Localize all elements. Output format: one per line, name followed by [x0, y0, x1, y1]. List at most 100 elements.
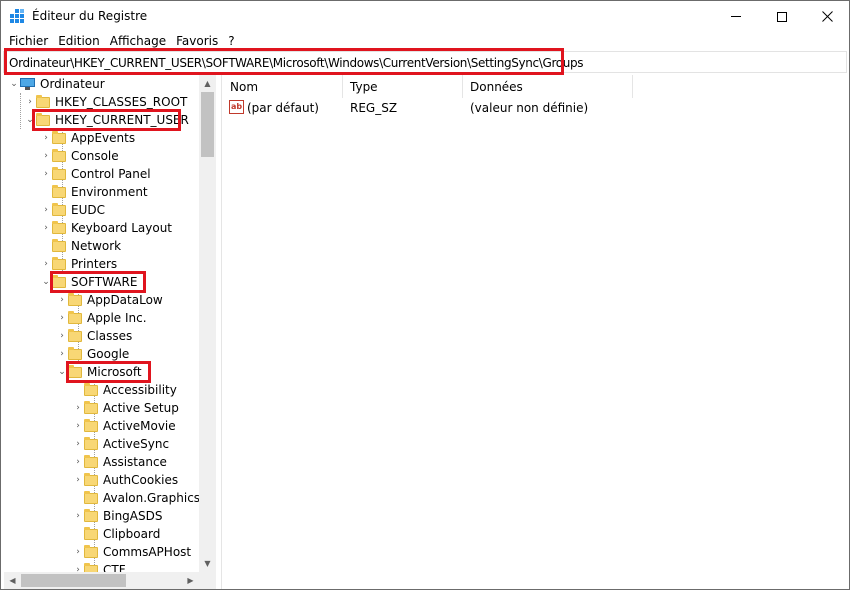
tree-item-label: Network	[71, 239, 122, 253]
window-title: Éditeur du Registre	[32, 9, 148, 23]
tree-item-label: Ordinateur	[40, 77, 105, 91]
tree-item-label: EUDC	[71, 203, 105, 217]
folder-icon	[84, 490, 98, 504]
tree-item-label: Keyboard Layout	[71, 221, 173, 235]
value-type: REG_SZ	[350, 101, 398, 115]
chevron-right-icon[interactable]: ›	[40, 165, 52, 183]
tree-item-label: Environment	[71, 185, 148, 199]
tree-no-chevron	[40, 183, 52, 201]
tree-item-label: HKEY_CLASSES_ROOT	[55, 95, 188, 109]
tree-item-label: Classes	[87, 329, 133, 343]
tree-item-environment[interactable]: Environment	[40, 183, 148, 201]
folder-icon	[84, 454, 98, 468]
chevron-right-icon[interactable]: ›	[40, 219, 52, 237]
tree-vertical-scrollbar[interactable]: ▲ ▼	[199, 75, 216, 572]
folder-icon	[84, 472, 98, 486]
chevron-down-icon[interactable]: ⌄	[8, 75, 20, 93]
tree-item-classes[interactable]: › Classes	[56, 327, 132, 345]
tree-item-label: Apple Inc.	[87, 311, 147, 325]
maximize-button[interactable]	[759, 1, 805, 32]
folder-icon	[36, 94, 50, 108]
scroll-down-arrow-icon[interactable]: ▼	[199, 555, 216, 572]
column-separator[interactable]	[632, 75, 633, 98]
tree-item-commsaphost[interactable]: › CommsAPHost	[72, 543, 191, 561]
scrollbar-corner	[199, 572, 216, 589]
tree-item-apple-inc[interactable]: › Apple Inc.	[56, 309, 147, 327]
tree-item-network[interactable]: Network	[40, 237, 121, 255]
tree-item-authcookies[interactable]: › AuthCookies	[72, 471, 178, 489]
chevron-right-icon[interactable]: ›	[72, 453, 84, 471]
tree-item-label: Avalon.Graphics	[103, 491, 201, 505]
chevron-right-icon[interactable]: ›	[56, 309, 68, 327]
tree-item-assistance[interactable]: › Assistance	[72, 453, 167, 471]
folder-icon	[84, 436, 98, 450]
folder-icon	[52, 202, 66, 216]
list-row[interactable]: ab (par défaut) REG_SZ (valeur non défin…	[222, 99, 848, 117]
tree-no-chevron	[72, 381, 84, 399]
chevron-right-icon[interactable]: ›	[40, 147, 52, 165]
chevron-right-icon[interactable]: ›	[72, 435, 84, 453]
tree-item-eudc[interactable]: › EUDC	[40, 201, 105, 219]
tree-item-label: AppDataLow	[87, 293, 163, 307]
scroll-up-arrow-icon[interactable]: ▲	[199, 75, 216, 92]
chevron-right-icon[interactable]: ›	[72, 417, 84, 435]
folder-icon	[84, 418, 98, 432]
folder-icon	[52, 220, 66, 234]
tree-horizontal-scrollbar[interactable]: ◀ ▶	[4, 572, 199, 589]
chevron-right-icon[interactable]: ›	[40, 129, 52, 147]
chevron-right-icon[interactable]: ›	[72, 399, 84, 417]
tree-pane[interactable]: ⌄ Ordinateur › HKEY_CLASSES_ROOT ⌄ HKEY_…	[4, 75, 216, 589]
tree-item-active-setup[interactable]: › Active Setup	[72, 399, 179, 417]
value-name: (par défaut)	[247, 101, 319, 115]
chevron-right-icon[interactable]: ›	[72, 471, 84, 489]
folder-icon	[68, 310, 82, 324]
minimize-button[interactable]	[713, 1, 759, 32]
tree-item-label: Assistance	[103, 455, 167, 469]
computer-icon	[20, 78, 35, 90]
tree-item-activemovie[interactable]: › ActiveMovie	[72, 417, 176, 435]
column-header-type[interactable]: Type	[350, 80, 378, 94]
value-data: (valeur non définie)	[470, 101, 589, 115]
close-button[interactable]	[804, 1, 850, 32]
folder-icon	[52, 256, 66, 270]
column-separator[interactable]	[462, 75, 463, 98]
column-header-name[interactable]: Nom	[230, 80, 258, 94]
tree-item-clipboard[interactable]: Clipboard	[72, 525, 160, 543]
tree-item-activesync[interactable]: › ActiveSync	[72, 435, 169, 453]
chevron-right-icon[interactable]: ›	[56, 327, 68, 345]
scroll-thumb[interactable]	[201, 92, 214, 157]
folder-icon	[52, 148, 66, 162]
column-header-data[interactable]: Données	[470, 80, 523, 94]
tree-item-control-panel[interactable]: › Control Panel	[40, 165, 151, 183]
scroll-thumb[interactable]	[21, 574, 126, 587]
scroll-right-arrow-icon[interactable]: ▶	[182, 572, 199, 589]
tree-item-accessibility[interactable]: Accessibility	[72, 381, 177, 399]
folder-icon	[84, 544, 98, 558]
tree-item-label: Accessibility	[103, 383, 177, 397]
maximize-icon	[777, 11, 787, 22]
values-list-pane[interactable]: Nom Type Données ab (par défaut) REG_SZ …	[222, 75, 848, 589]
string-value-icon: ab	[229, 100, 244, 114]
tree-item-console[interactable]: › Console	[40, 147, 119, 165]
tree-item-appevents[interactable]: › AppEvents	[40, 129, 135, 147]
tree-item-label: AuthCookies	[103, 473, 179, 487]
tree-item-label: CommsAPHost	[103, 545, 192, 559]
column-separator[interactable]	[342, 75, 343, 98]
chevron-right-icon[interactable]: ›	[56, 291, 68, 309]
chevron-right-icon[interactable]: ›	[72, 543, 84, 561]
tree-no-chevron	[72, 489, 84, 507]
title-bar: Éditeur du Registre	[1, 1, 849, 32]
tree-item-bingasds[interactable]: › BingASDS	[72, 507, 162, 525]
tree-item-keyboard-layout[interactable]: › Keyboard Layout	[40, 219, 172, 237]
tree-root-ordinateur[interactable]: ⌄ Ordinateur	[8, 75, 105, 93]
tree-item-avalon-graphics[interactable]: Avalon.Graphics	[72, 489, 200, 507]
tree-item-label: ActiveMovie	[103, 419, 176, 433]
registry-editor-window: Éditeur du Registre Fichier Edition Affi…	[0, 0, 850, 590]
scroll-left-arrow-icon[interactable]: ◀	[4, 572, 21, 589]
tree-item-label: Google	[87, 347, 130, 361]
tree-item-appdatalow[interactable]: › AppDataLow	[56, 291, 163, 309]
list-header: Nom Type Données	[222, 75, 848, 99]
chevron-right-icon[interactable]: ›	[40, 201, 52, 219]
chevron-right-icon[interactable]: ›	[72, 507, 84, 525]
close-icon	[821, 11, 833, 22]
